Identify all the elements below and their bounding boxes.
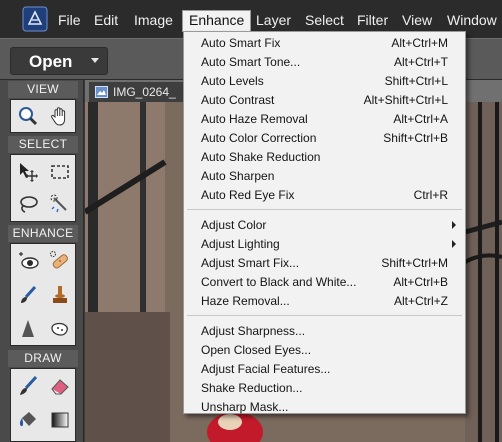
enhance-menu-item[interactable]: Adjust Smart Fix... Shift+Ctrl+M [184,254,465,273]
enhance-menu-item[interactable]: Auto Haze Removal Alt+Ctrl+A [184,110,465,129]
menu-item-shortcut: Ctrl+R [413,188,448,202]
menu-enhance[interactable]: Enhance [182,10,252,32]
menu-item-shortcut: Alt+Ctrl+T [393,55,448,69]
eraser-tool-icon[interactable] [47,373,73,399]
brush-tool-icon[interactable] [15,373,41,399]
enhance-menu-item[interactable]: Adjust Lighting [184,235,465,254]
enhance-menu-item[interactable]: Auto Sharpen [184,167,465,186]
menu-item-label: Open Closed Eyes... [201,343,312,357]
tools-section-enhance: ENHANCE [8,225,78,242]
menu-separator [187,315,462,316]
enhance-menu-item[interactable]: Auto Color Correction Shift+Ctrl+B [184,129,465,148]
enhance-menu-item[interactable]: Auto Contrast Alt+Shift+Ctrl+L [184,91,465,110]
clone-stamp-tool-icon[interactable] [47,282,73,308]
open-button-label: Open [29,52,73,71]
spot-healing-tool-icon[interactable] [47,248,73,274]
submenu-arrow-icon [452,221,456,229]
menu-item-label: Shake Reduction... [201,381,303,395]
enhance-menu-item[interactable]: Auto Smart Fix Alt+Ctrl+M [184,34,465,53]
menu-item-shortcut: Alt+Ctrl+Z [393,294,448,308]
menu-item-label: Auto Color Correction [201,131,317,145]
menu-item-label: Convert to Black and White... [201,275,357,289]
enhance-menu-item[interactable]: Haze Removal... Alt+Ctrl+Z [184,292,465,311]
menu-item-label: Adjust Facial Features... [201,362,331,376]
menu-item-label: Auto Smart Fix [201,36,281,50]
paint-bucket-tool-icon[interactable] [15,407,41,433]
open-button[interactable]: Open [10,47,108,75]
menu-file[interactable]: File [58,11,81,31]
menu-item-shortcut: Alt+Ctrl+A [393,112,448,126]
hand-tool-icon[interactable] [47,103,73,129]
enhance-menu-item[interactable]: Auto Smart Tone... Alt+Ctrl+T [184,53,465,72]
menu-item-label: Haze Removal... [201,294,290,308]
menu-item-label: Auto Shake Reduction [201,150,321,164]
menu-separator [187,209,462,210]
menu-layer[interactable]: Layer [256,11,291,31]
tools-section-select: SELECT [8,136,78,153]
move-tool-icon[interactable] [15,159,41,185]
menu-item-label: Auto Haze Removal [201,112,308,126]
enhance-menu-item[interactable]: Adjust Color [184,216,465,235]
gradient-tool-icon[interactable] [47,407,73,433]
enhance-menu-item[interactable]: Auto Levels Shift+Ctrl+L [184,72,465,91]
smart-brush-tool-icon[interactable] [15,282,41,308]
enhance-menu-item[interactable]: Open Closed Eyes... [184,341,465,360]
menu-item-shortcut: Shift+Ctrl+L [384,74,448,88]
sponge-tool-icon[interactable] [47,316,73,342]
menu-item-label: Adjust Color [201,218,267,232]
select-tools [10,154,76,222]
blur-tool-icon[interactable] [15,316,41,342]
app-logo-icon [22,6,48,32]
enhance-tools [10,243,76,346]
image-file-icon [95,86,108,98]
menu-filter[interactable]: Filter [357,11,388,31]
menu-item-shortcut: Shift+Ctrl+B [383,131,448,145]
enhance-menu-item[interactable]: Shake Reduction... [184,379,465,398]
draw-tools [10,368,76,442]
menu-item-shortcut: Alt+Ctrl+B [393,275,448,289]
menu-item-shortcut: Alt+Ctrl+M [391,36,448,50]
menu-item-label: Auto Sharpen [201,169,275,183]
enhance-menu-item[interactable]: Auto Shake Reduction [184,148,465,167]
menu-item-label: Unsharp Mask... [201,400,289,414]
enhance-menu-item[interactable]: Unsharp Mask... [184,398,465,417]
chevron-down-icon[interactable] [91,58,99,63]
menu-item-label: Adjust Smart Fix... [201,256,300,270]
menu-item-shortcut: Shift+Ctrl+M [381,256,448,270]
tools-section-view: VIEW [8,81,78,98]
enhance-menu-item[interactable]: Convert to Black and White... Alt+Ctrl+B [184,273,465,292]
menu-item-label: Adjust Sharpness... [201,324,306,338]
menu-item-label: Adjust Lighting [201,237,280,251]
menu-window[interactable]: Window [447,11,497,31]
submenu-arrow-icon [452,240,456,248]
menu-edit[interactable]: Edit [94,11,118,31]
menu-item-label: Auto Smart Tone... [201,55,301,69]
photoshop-elements-window: File Edit Image Enhance Layer Select Fil… [0,0,502,442]
document-tab-title: IMG_0264_ [113,85,176,99]
menu-view[interactable]: View [402,11,432,31]
red-eye-tool-icon[interactable] [15,248,41,274]
enhance-menu-item[interactable]: Adjust Facial Features... [184,360,465,379]
document-tab[interactable]: IMG_0264_ [89,82,185,102]
view-tools [10,99,76,133]
menu-select[interactable]: Select [305,11,344,31]
enhance-menu: Auto Smart Fix Alt+Ctrl+M Auto Smart Tone.… [183,31,466,414]
menu-image[interactable]: Image [134,11,173,31]
menu-item-label: Auto Red Eye Fix [201,188,295,202]
zoom-tool-icon[interactable] [15,103,41,129]
marquee-tool-icon[interactable] [47,159,73,185]
enhance-menu-item[interactable]: Adjust Sharpness... [184,322,465,341]
menu-item-shortcut: Alt+Shift+Ctrl+L [363,93,448,107]
menu-item-label: Auto Levels [201,74,264,88]
quick-selection-tool-icon[interactable] [47,191,73,217]
enhance-menu-item[interactable]: Auto Red Eye Fix Ctrl+R [184,186,465,205]
tools-section-draw: DRAW [8,350,78,367]
menu-item-label: Auto Contrast [201,93,275,107]
lasso-tool-icon[interactable] [15,191,41,217]
tools-panel: VIEW SELECT ENHANCE DRAW [0,80,84,442]
